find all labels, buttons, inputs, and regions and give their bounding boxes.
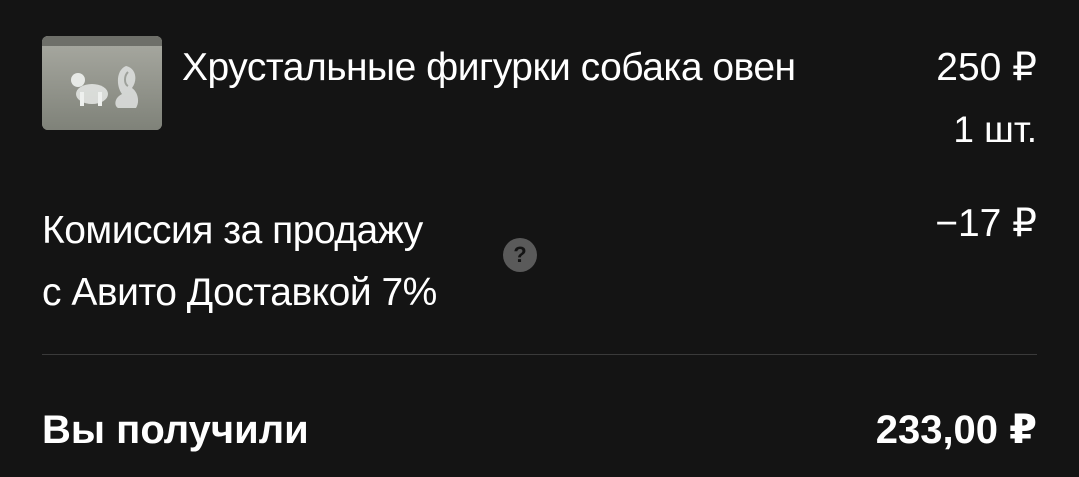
- fee-amount: −17 ₽: [935, 202, 1037, 245]
- total-label: Вы получили: [42, 408, 309, 452]
- item-thumbnail[interactable]: [42, 36, 162, 130]
- total-amount: 233,00 ₽: [875, 408, 1037, 452]
- crystal-figurines-image: [42, 36, 162, 130]
- divider: [42, 354, 1037, 355]
- item-title[interactable]: Хрустальные фигурки собака овен: [182, 44, 796, 92]
- item-quantity: 1 шт.: [953, 109, 1037, 150]
- fee-label-line2: с Авито Доставкой 7%: [42, 271, 437, 314]
- fee-label: Комиссия за продажу с Авито Доставкой 7%: [42, 200, 502, 324]
- help-question-icon[interactable]: ?: [503, 238, 537, 272]
- item-price: 250 ₽: [936, 46, 1037, 89]
- fee-label-line1: Комиссия за продажу: [42, 209, 423, 252]
